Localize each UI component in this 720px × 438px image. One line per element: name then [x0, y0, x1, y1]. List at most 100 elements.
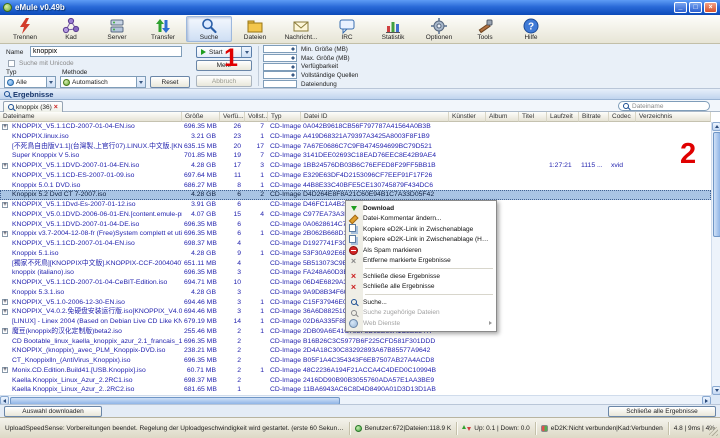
toolbar-button-statistik[interactable]: Statistik — [370, 16, 416, 42]
cell-name: Kaella Knoppix_Linux_Azur_2..2RC2.iso — [0, 385, 182, 395]
type-dropdown-arrow-icon[interactable] — [46, 77, 55, 87]
table-row[interactable]: Kaella Knoppix_Linux_Azur_2..2RC2.iso681… — [0, 385, 711, 395]
column-header-length[interactable]: Laufzeit — [547, 112, 579, 122]
expand-icon[interactable]: + — [2, 231, 8, 237]
table-row[interactable]: Knoppix 5.2 Dvd CT 7-2007.iso4.28 GB62CD… — [0, 190, 711, 200]
maximize-button[interactable]: □ — [689, 2, 702, 13]
cell-name: +魔豆(knoppix的汉化定制版)beta2.iso — [0, 327, 182, 337]
expand-icon[interactable]: + — [2, 328, 8, 334]
cell-type: CD-Images — [268, 337, 301, 347]
method-select[interactable]: Automatisch — [60, 76, 146, 88]
cell-complete-sources — [245, 346, 268, 356]
cell-directory — [636, 337, 711, 347]
toolbar-button-kad[interactable]: Kad — [48, 16, 94, 42]
file-name: KNOPPIX_V5.1.1CD-2007-01-04-EN.iso — [12, 123, 135, 130]
column-header-directory[interactable]: Verzeichnis — [636, 112, 711, 122]
filter-spinner[interactable] — [263, 54, 297, 62]
method-dropdown-arrow-icon[interactable] — [136, 77, 145, 87]
cell-directory — [636, 376, 711, 386]
file-name: Knoppix 5.3.1.iso — [12, 289, 64, 296]
column-header-bitrate[interactable]: Bitrate — [579, 112, 609, 122]
filter-spinner[interactable] — [263, 63, 297, 71]
column-header-name[interactable]: Dateiname — [0, 112, 182, 122]
filter-spinner[interactable] — [263, 45, 297, 53]
expand-icon[interactable]: + — [2, 124, 8, 130]
column-header-availability[interactable]: Verfü... — [220, 112, 245, 122]
table-row[interactable]: +Monix.CD.Edition.Build41.[USB.Knoppix].… — [0, 366, 711, 376]
column-header-title[interactable]: Titel — [519, 112, 547, 122]
table-row[interactable]: +KNOPPIX_V5.1.1DVD-2007-01-04-EN.iso4.28… — [0, 161, 711, 171]
cell-size: 681.65 MB — [182, 385, 220, 395]
toolbar-button-dateien[interactable]: Dateien — [232, 16, 278, 42]
expand-icon[interactable]: + — [2, 309, 8, 315]
cell-artist — [449, 190, 486, 200]
type-select[interactable]: Alle — [4, 76, 56, 88]
expand-icon[interactable]: + — [2, 367, 8, 373]
results-tab-knoppix[interactable]: knoppix (36) × — [3, 101, 63, 112]
tab-close-icon[interactable]: × — [54, 104, 58, 111]
menu-item-entferne-markierte-ergebnisse[interactable]: Entferne markierte Ergebnisse — [346, 256, 496, 267]
close-all-results-button[interactable]: Schließe alle Ergebnisse — [608, 406, 716, 417]
column-header-artist[interactable]: Künstler — [449, 112, 486, 122]
table-row[interactable]: KNOPPIX_(knoppix)_avec_PLM_Knoppix-DVD.i… — [0, 346, 711, 356]
menu-item-download[interactable]: Download — [346, 203, 496, 214]
menu-item-datei-kommentar--ndern---[interactable]: Datei-Kommentar ändern... — [346, 214, 496, 225]
table-row[interactable]: Kaella.Knoppix_Linux_Azur_2.2RC1.iso698.… — [0, 376, 711, 386]
vertical-scrollbar[interactable] — [711, 122, 720, 395]
filter-input[interactable] — [263, 80, 297, 88]
menu-item-als-spam-markieren[interactable]: Als Spam markieren — [346, 245, 496, 256]
toolbar-button-transfer[interactable]: Transfer — [140, 16, 186, 42]
column-header-size[interactable]: Größe — [182, 112, 220, 122]
menu-item-schlie-e-diese-ergebnisse[interactable]: Schließe diese Ergebnisse — [346, 271, 496, 282]
scroll-down-icon[interactable] — [712, 386, 720, 395]
scrollbar-corner — [711, 395, 720, 404]
toolbar-button-server[interactable]: Server — [94, 16, 140, 42]
menu-item-kopiere-ed-k-link-in-zwischena[interactable]: Kopiere eD2K-Link in Zwischenablage — [346, 224, 496, 235]
toolbar-button-hilfe[interactable]: ?Hilfe — [508, 16, 554, 42]
column-header-codec[interactable]: Codec — [609, 112, 636, 122]
start-dropdown-arrow-icon[interactable] — [241, 47, 251, 57]
vertical-scroll-thumb[interactable] — [713, 132, 720, 237]
reset-button[interactable]: Reset — [150, 76, 190, 88]
filter-spinner[interactable] — [263, 71, 297, 79]
table-row[interactable]: +KNOPPIX_V5.1.1CD-2007-01-04-EN.iso696.3… — [0, 122, 711, 132]
table-row[interactable]: Knoppix 5.0.1 DVD.iso686.27 MB81CD-Image… — [0, 181, 711, 191]
toolbar-button-tools[interactable]: Tools — [462, 16, 508, 42]
toolbar-button-suche[interactable]: Suche — [186, 16, 232, 42]
column-header-file-id[interactable]: Datei ID — [301, 112, 449, 122]
cell-album — [486, 376, 519, 386]
horizontal-scrollbar[interactable] — [0, 395, 711, 404]
search-name-input[interactable] — [30, 46, 182, 57]
cell-name: + KNOPPIX_V5.1.1CD-2007-01-04-EN.iso — [0, 122, 182, 132]
table-row[interactable]: [不死鳥自由版V1.1](台灣製,上官行07).LINUX.中文版.[KNOPP… — [0, 142, 711, 152]
scroll-up-icon[interactable] — [712, 122, 720, 131]
column-header-type[interactable]: Typ — [268, 112, 301, 122]
toolbar-button-irc[interactable]: IRC — [324, 16, 370, 42]
menu-item-schlie-e-alle-ergebnisse[interactable]: Schließe alle Ergebnisse — [346, 282, 496, 293]
toolbar-button-optionen[interactable]: Optionen — [416, 16, 462, 42]
menu-item-suche---[interactable]: Suche... — [346, 297, 496, 308]
close-button[interactable]: × — [704, 2, 717, 13]
toolbar-button-trennen[interactable]: Trennen — [2, 16, 48, 42]
filename-filter-box[interactable]: Dateiname — [618, 101, 710, 111]
table-row[interactable]: CD Bootable_linux_kaella_knoppix_azur_2.… — [0, 337, 711, 347]
column-header-album[interactable]: Album — [486, 112, 519, 122]
unicode-checkbox[interactable] — [8, 60, 15, 67]
speed-section: Up: 0.1 | Down: 0.0 — [456, 422, 535, 435]
menu-item-kopiere-ed-k-link-in-zwischena[interactable]: Kopiere eD2K-Link in Zwischenablage (HTM… — [346, 235, 496, 246]
expand-icon[interactable]: + — [2, 299, 8, 305]
minimize-button[interactable]: _ — [674, 2, 687, 13]
table-row[interactable]: KNOPPIX.linux.iso3.21 GB231CD-ImagesA419… — [0, 132, 711, 142]
cell-codec — [609, 278, 636, 288]
cell-file-id: E329E63DF4D2153096CF7EEF91F17F26 — [301, 171, 449, 181]
table-row[interactable]: KNOPPIX_V5.1.1CD-ES-2007-01-09.iso697.64… — [0, 171, 711, 181]
expand-icon[interactable]: + — [2, 163, 8, 169]
toolbar-label: Suche — [200, 34, 218, 41]
expand-icon[interactable]: + — [2, 202, 8, 208]
table-row[interactable]: Super Knoppix V 5.iso701.85 MB197CD-Imag… — [0, 151, 711, 161]
download-selected-button[interactable]: Auswahl downloaden — [4, 406, 102, 417]
column-header-complete-sources[interactable]: Vollst... — [245, 112, 268, 122]
table-row[interactable]: CT_Knoppixlln_(AntiVirus_Knoppix).iso696… — [0, 356, 711, 366]
cell-codec — [609, 259, 636, 269]
toolbar-button-nachricht[interactable]: Nachricht... — [278, 16, 324, 42]
